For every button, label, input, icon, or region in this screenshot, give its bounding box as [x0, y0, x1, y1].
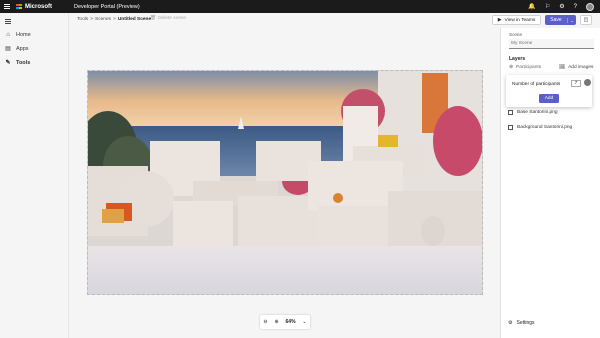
- layer-item[interactable]: Base Santorini.png: [508, 110, 558, 115]
- help-icon[interactable]: ?: [574, 4, 577, 10]
- zoom-control: ⊖ ⊕ 64% ⌄: [260, 315, 310, 329]
- layer-name: Base Santorini.png: [517, 110, 558, 115]
- participants-count-label: Number of participants: [512, 82, 561, 87]
- add-participants-button[interactable]: Add: [539, 94, 559, 103]
- view-in-teams-label: View in Teams: [504, 17, 536, 23]
- zoom-in-icon[interactable]: ⊕: [274, 319, 278, 325]
- tools-icon: ✎: [5, 60, 11, 66]
- left-nav: ⌂ Home ▤ Apps ✎ Tools: [0, 13, 69, 338]
- flag-icon[interactable]: ⚐: [545, 3, 550, 10]
- participants-label: Participants: [516, 65, 542, 70]
- top-bar: Microsoft Developer Portal (Preview) 🔔 ⚐…: [0, 0, 600, 13]
- breadcrumb-separator: >: [113, 17, 116, 22]
- scene-name-label: Scene: [509, 32, 523, 37]
- layers-title: Layers: [509, 56, 526, 62]
- scene-name-input[interactable]: [509, 39, 594, 49]
- add-images-button[interactable]: 🖼 Add images: [559, 65, 593, 70]
- app-title: Developer Portal (Preview): [74, 3, 140, 10]
- gear-icon[interactable]: ⚙: [559, 3, 564, 10]
- app-launcher-icon[interactable]: [4, 3, 10, 10]
- home-icon: ⌂: [6, 32, 10, 38]
- nav-item-home[interactable]: ⌂ Home: [5, 32, 31, 38]
- chevron-down-icon[interactable]: ⌄: [302, 319, 306, 325]
- add-images-label: Add images: [568, 65, 594, 70]
- breadcrumb: Tools > Scenes > Untitled Scene: [77, 17, 151, 22]
- zoom-level[interactable]: 64%: [286, 319, 296, 325]
- apps-icon: ▤: [5, 46, 11, 52]
- breadcrumb-scenes[interactable]: Scenes: [95, 17, 111, 22]
- breadcrumb-current: Untitled Scene: [117, 17, 152, 22]
- scene-canvas[interactable]: [87, 70, 483, 295]
- bell-icon[interactable]: 🔔: [528, 3, 535, 10]
- avatar[interactable]: [586, 2, 594, 11]
- view-in-teams-button[interactable]: ▶ View in Teams: [492, 15, 541, 25]
- gear-icon: ⚙: [508, 320, 513, 326]
- panel-toggle-icon[interactable]: ◫: [580, 15, 592, 25]
- hamburger-menu-icon[interactable]: [5, 19, 11, 25]
- layer-name: Background Santorini.png: [517, 125, 573, 130]
- image-icon: 🖼: [559, 65, 566, 70]
- breadcrumb-separator: >: [90, 17, 94, 22]
- participants-count-input[interactable]: 7: [571, 80, 581, 87]
- settings-label: Settings: [516, 320, 535, 326]
- zoom-out-icon[interactable]: ⊖: [263, 319, 267, 325]
- nav-label: Home: [16, 32, 31, 38]
- cursor-handle: [584, 79, 591, 86]
- settings-button[interactable]: ⚙ Settings: [508, 320, 535, 326]
- microsoft-logo: [16, 3, 23, 10]
- nav-item-tools[interactable]: ✎ Tools: [5, 59, 31, 67]
- trash-icon: 🗑: [150, 16, 157, 21]
- save-button[interactable]: Save ⌄: [545, 15, 576, 25]
- brand-name: Microsoft: [25, 3, 52, 10]
- image-file-icon: [508, 110, 513, 115]
- nav-label: Tools: [16, 59, 31, 66]
- santorini-scene-image: [88, 71, 482, 294]
- participants-button[interactable]: ⊕ Participants: [509, 65, 541, 70]
- breadcrumb-tools[interactable]: Tools: [77, 17, 88, 22]
- save-label: Save: [550, 17, 562, 23]
- delete-scene-button[interactable]: 🗑 Delete scene: [150, 16, 186, 21]
- nav-item-apps[interactable]: ▤ Apps: [5, 45, 29, 53]
- delete-scene-label: Delete scene: [158, 16, 187, 21]
- nav-label: Apps: [16, 45, 29, 52]
- layer-item[interactable]: Background Santorini.png: [508, 125, 572, 130]
- image-file-icon: [508, 125, 513, 130]
- chevron-down-icon[interactable]: ⌄: [567, 17, 576, 23]
- play-icon: ▶: [497, 17, 502, 23]
- add-participants-popup: Number of participants 7 Add: [506, 75, 592, 107]
- participants-icon: ⊕: [509, 65, 514, 70]
